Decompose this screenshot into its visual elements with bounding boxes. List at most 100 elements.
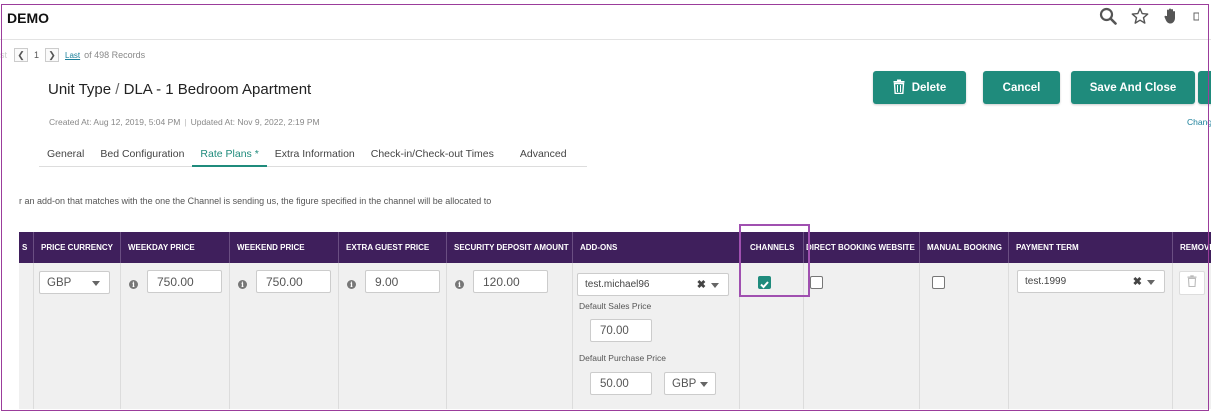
remove-row-button[interactable] [1179,271,1205,295]
save-label: Save And Close [1089,81,1177,94]
record-pager: st ❮ 1 ❯ Last of 498 Records [0,46,145,64]
col-header-add-ons: ADD-ONS [573,232,740,263]
info-icon[interactable]: i [129,280,138,289]
col-header-remove: REMOVE [1180,243,1211,252]
pager-prev-button[interactable]: ❮ [14,48,28,62]
default-purchase-price-value: 50.00 [600,377,629,390]
table-row: GBP i 750.00 i 750.00 i 9.00 i 120.00 te… [19,263,1211,409]
breadcrumb-separator: / [111,81,124,98]
more-actions-button[interactable] [1198,71,1211,104]
top-bar: DEMO [0,0,1211,40]
caret-down-icon [711,283,719,288]
cell-manual-booking [920,263,1009,409]
caret-down-icon [700,382,708,387]
tab-rate-plans[interactable]: Rate Plans * [192,145,267,167]
info-icon[interactable]: i [347,280,356,289]
default-purchase-price-label: Default Purchase Price [579,353,666,363]
security-deposit-input[interactable]: 120.00 [473,270,548,293]
addon-select[interactable]: test.michael96 ✖ [577,273,729,296]
col-header-extra-guest-price: EXTRA GUEST PRICE [339,232,447,263]
tab-advanced[interactable]: Advanced [512,145,575,167]
col-header-manual-booking: MANUAL BOOKING [920,232,1009,263]
weekday-price-input[interactable]: 750.00 [147,270,222,293]
currency-value: GBP [47,276,72,289]
purchase-currency-value: GBP [672,377,697,390]
created-at: Created At: Aug 12, 2019, 5:04 PM [49,117,181,127]
pager-next-button[interactable]: ❯ [45,48,60,62]
security-deposit-value: 120.00 [483,274,520,289]
record-meta: Created At: Aug 12, 2019, 5:04 PM | Update… [49,117,320,127]
default-sales-price-label: Default Sales Price [579,301,652,311]
currency-select[interactable]: GBP [39,271,110,294]
meta-divider: | [184,117,187,127]
default-sales-price-input[interactable]: 70.00 [590,319,652,342]
default-purchase-price-input[interactable]: 50.00 [590,372,652,395]
addon-value: test.michael96 [585,279,650,290]
channels-checkbox[interactable] [758,276,771,289]
save-and-close-button[interactable]: Save And Close [1071,71,1195,104]
cell-security-deposit: i 120.00 [447,263,573,409]
close-icon[interactable]: ✖ [1133,275,1142,288]
cell-weekend-price: i 750.00 [230,263,339,409]
pager-current: 1 [34,50,40,60]
cell-extra-guest-price: i 9.00 [339,263,447,409]
weekend-price-input[interactable]: 750.00 [256,270,331,293]
col-header-s: S [19,232,34,263]
cell-weekday-price: i 750.00 [121,263,230,409]
weekend-price-value: 750.00 [266,274,303,289]
cell-direct-booking [804,263,920,409]
cancel-label: Cancel [1002,81,1041,94]
overflow-icon[interactable] [1193,10,1199,22]
chevron-left-icon: ❮ [17,49,25,60]
cell-add-ons: test.michael96 ✖ Default Sales Price 70.… [573,263,740,409]
col-header-channels: CHANNELS [740,232,804,263]
delete-button[interactable]: Delete [873,71,966,104]
pager-last-link[interactable]: Last [65,51,80,60]
extra-guest-price-value: 9.00 [375,274,399,289]
cancel-button[interactable]: Cancel [983,71,1060,104]
app-title: DEMO [7,10,49,26]
payment-term-value: test.1999 [1025,276,1067,287]
col-header-direct-booking: DIRECT BOOKING WEBSITE [804,232,920,263]
rate-plan-table-header: S PRICE CURRENCY WEEKDAY PRICE WEEKEND P… [19,232,1211,263]
delete-label: Delete [911,81,947,94]
cell-s [19,263,34,409]
cell-channels [740,263,804,409]
trash-icon [893,79,905,97]
tab-extra-information[interactable]: Extra Information [267,145,363,167]
manual-booking-checkbox[interactable] [932,276,945,289]
col-header-price-currency: PRICE CURRENCY [34,232,121,263]
col-header-weekend-price: WEEKEND PRICE [230,232,339,263]
updated-at: Updated At: Nov 9, 2022, 2:19 PM [190,117,320,127]
direct-booking-checkbox[interactable] [810,276,823,289]
info-icon[interactable]: i [455,280,464,289]
tab-bar: General Bed Configuration Rate Plans * E… [39,145,587,167]
default-sales-price-value: 70.00 [600,324,629,337]
pager-records: of 498 Records [84,50,146,60]
tab-checkin-checkout-times[interactable]: Check-in/Check-out Times [363,145,512,167]
chevron-right-icon: ❯ [48,49,56,60]
hand-icon[interactable] [1163,7,1179,25]
col-header-weekday-price: WEEKDAY PRICE [121,232,230,263]
star-icon[interactable] [1131,7,1149,25]
top-icons [1099,7,1199,25]
check-icon [760,281,769,289]
change-link[interactable]: Chang [1187,117,1211,127]
extra-guest-price-input[interactable]: 9.00 [365,270,440,293]
page-title: Unit Type / DLA - 1 Bedroom Apartment [48,81,311,98]
caret-down-icon [1147,280,1155,285]
close-icon[interactable]: ✖ [697,278,706,291]
info-icon[interactable]: i [238,280,247,289]
col-header-security-deposit: SECURITY DEPOSIT AMOUNT [447,232,573,263]
col-header-payment-term: PAYMENT TERM [1009,232,1173,263]
payment-term-select[interactable]: test.1999 ✖ [1017,270,1165,293]
purchase-currency-select[interactable]: GBP [664,372,716,395]
trash-icon [1187,274,1197,292]
tab-general[interactable]: General [39,145,92,167]
breadcrumb-parent[interactable]: Unit Type [48,81,111,98]
search-icon[interactable] [1099,7,1117,25]
tab-bed-configuration[interactable]: Bed Configuration [92,145,192,167]
breadcrumb-current: DLA - 1 Bedroom Apartment [123,81,312,98]
help-note: r an add-on that matches with the one th… [19,196,492,206]
weekday-price-value: 750.00 [157,274,194,289]
